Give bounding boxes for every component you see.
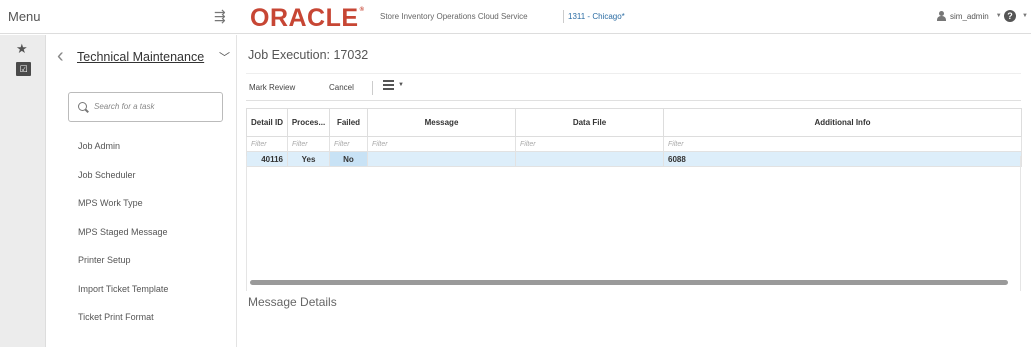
filter-input-additional-info[interactable]: Filter — [663, 136, 1022, 152]
filter-row: Filter Filter Filter Filter Filter Filte… — [246, 136, 1022, 152]
column-header-detail-id[interactable]: Detail ID — [246, 108, 288, 137]
filter-input-data-file[interactable]: Filter — [515, 136, 664, 152]
oracle-logo: ORACLE® — [250, 4, 364, 33]
store-selector[interactable]: 1311 - Chicago* — [568, 12, 625, 21]
column-header-data-file[interactable]: Data File — [515, 108, 664, 137]
sidebar-item-printer-setup[interactable]: Printer Setup — [47, 246, 237, 275]
column-header-processed[interactable]: Proces... — [287, 108, 330, 137]
sidebar-item-job-admin[interactable]: Job Admin — [47, 132, 237, 161]
filter-input-detail-id[interactable]: Filter — [246, 136, 288, 152]
sidebar-item-ticket-print-format[interactable]: Ticket Print Format — [47, 303, 237, 332]
sidebar-title[interactable]: Technical Maintenance — [77, 50, 204, 64]
list-collapse-icon[interactable]: ⇶ — [214, 8, 226, 25]
sidebar-item-import-ticket-template[interactable]: Import Ticket Template — [47, 275, 237, 304]
main-content: Job Execution: 17032 Mark Review Cancel … — [238, 35, 1031, 347]
chevron-down-icon: ▼ — [995, 13, 1002, 19]
table-header-row: Detail ID Proces... Failed Message Data … — [246, 108, 1022, 137]
sidebar-item-mps-work-type[interactable]: MPS Work Type — [47, 189, 237, 218]
horizontal-scrollbar[interactable] — [250, 280, 1008, 285]
message-details-heading: Message Details — [248, 295, 337, 309]
user-menu[interactable]: sim_admin ▼ — [937, 11, 1002, 21]
task-sidebar: ‹ Technical Maintenance ﹀ Search for a t… — [47, 35, 237, 347]
user-name: sim_admin — [950, 11, 989, 21]
page-title: Job Execution: 17032 — [248, 48, 369, 62]
task-search-input[interactable]: Search for a task — [68, 92, 223, 122]
sidebar-item-job-scheduler[interactable]: Job Scheduler — [47, 161, 237, 190]
icon-rail: ★ ☑ — [0, 35, 46, 347]
help-icon: ? — [1004, 10, 1016, 22]
task-list: Job Admin Job Scheduler MPS Work Type MP… — [47, 132, 237, 332]
divider — [372, 81, 373, 95]
menu-label[interactable]: Menu — [8, 9, 41, 24]
view-menu-icon — [383, 80, 394, 90]
cancel-button[interactable]: Cancel — [329, 83, 354, 92]
chevron-down-icon: ▼ — [1022, 13, 1028, 19]
search-placeholder: Search for a task — [94, 102, 155, 111]
app-title: Store Inventory Operations Cloud Service — [380, 12, 528, 21]
filter-input-message[interactable]: Filter — [367, 136, 516, 152]
logo-text: ORACLE — [250, 4, 359, 32]
toolbar: Mark Review Cancel ▼ — [246, 73, 1021, 101]
top-bar: Menu ⇶ ORACLE® Store Inventory Operation… — [0, 0, 1031, 34]
search-icon — [78, 102, 87, 111]
filter-input-failed[interactable]: Filter — [329, 136, 368, 152]
column-header-message[interactable]: Message — [367, 108, 516, 137]
logo-mark: ® — [359, 6, 365, 13]
help-menu[interactable]: ? ▼ — [1004, 10, 1028, 22]
view-menu-button[interactable]: ▼ — [383, 80, 404, 90]
chevron-left-icon[interactable]: ‹ — [57, 46, 64, 66]
user-icon — [937, 11, 946, 21]
star-icon[interactable]: ★ — [16, 41, 28, 57]
table-body-area — [246, 156, 1021, 291]
chevron-down-icon: ▼ — [398, 82, 404, 88]
filter-input-processed[interactable]: Filter — [287, 136, 330, 152]
column-header-additional-info[interactable]: Additional Info — [663, 108, 1022, 137]
mark-review-button[interactable]: Mark Review — [249, 83, 295, 92]
column-header-failed[interactable]: Failed — [329, 108, 368, 137]
chevron-down-icon[interactable]: ﹀ — [219, 49, 230, 65]
task-checkbox-icon[interactable]: ☑ — [16, 62, 31, 76]
sidebar-item-mps-staged-message[interactable]: MPS Staged Message — [47, 218, 237, 247]
divider — [563, 10, 564, 23]
